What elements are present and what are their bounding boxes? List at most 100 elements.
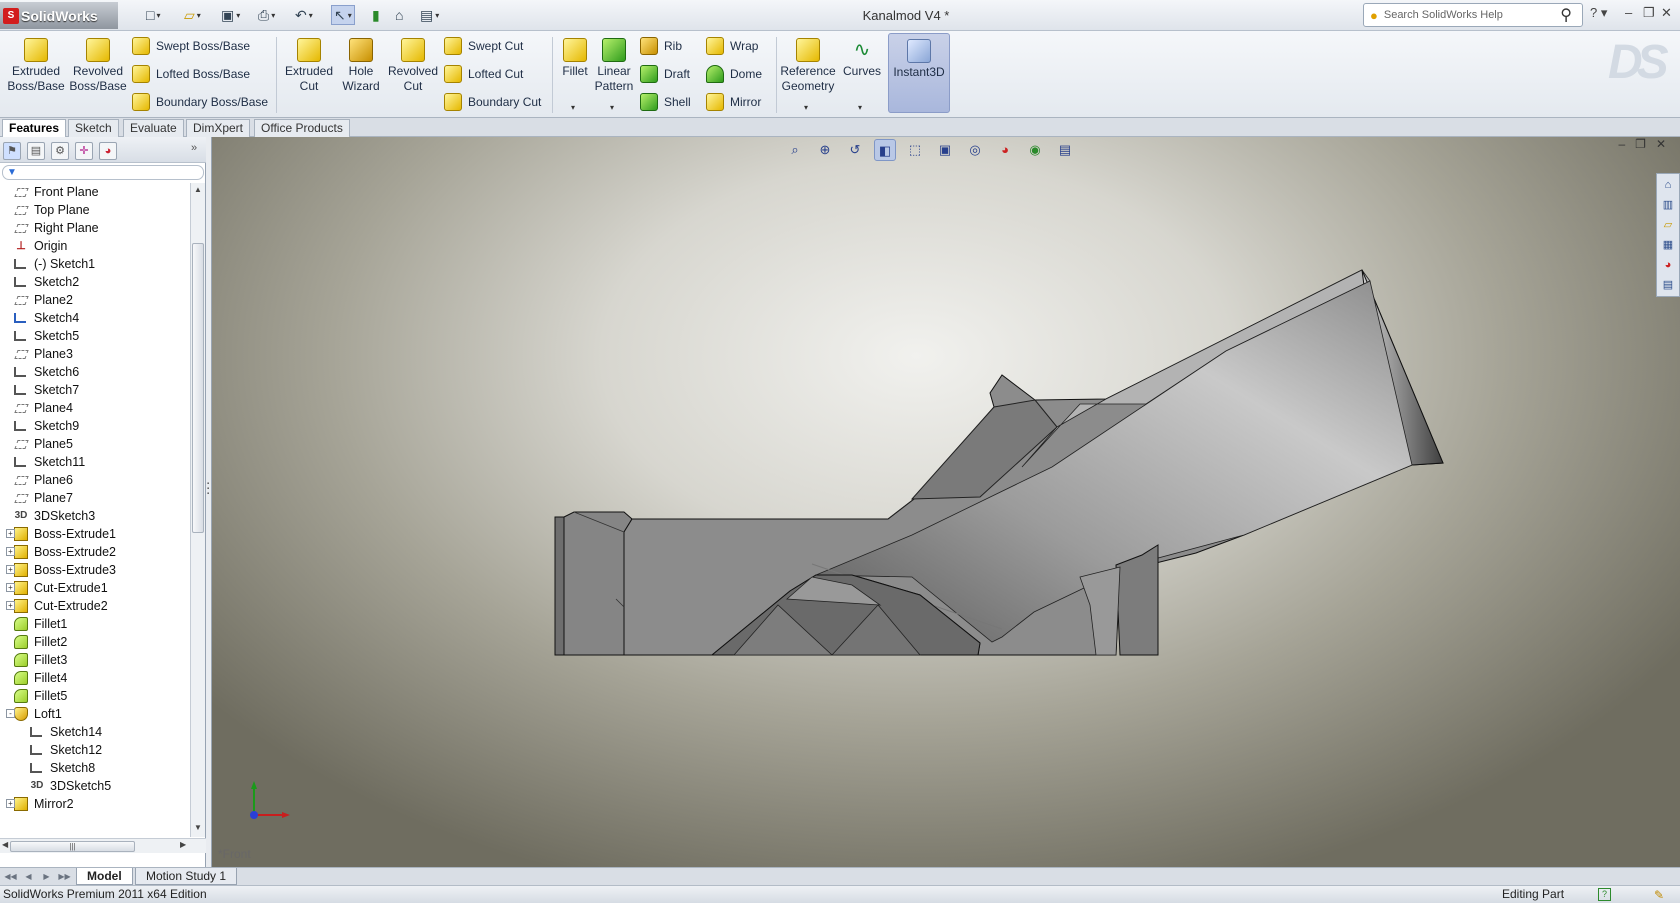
tree-item[interactable]: + Cut-Extrude2 [6, 597, 108, 615]
reference-geometry-button[interactable]: Reference Geometry [780, 38, 836, 94]
tree-item[interactable]: + Boss-Extrude2 [6, 543, 116, 561]
part-model[interactable] [212, 137, 1680, 867]
tree-item[interactable]: Sketch12 [30, 741, 102, 759]
tree-item[interactable]: Sketch14 [30, 723, 102, 741]
tree-item[interactable]: + Boss-Extrude1 [6, 525, 116, 543]
tree-item[interactable]: (-) Sketch1 [14, 255, 95, 273]
tree-item[interactable]: Fillet3 [14, 651, 67, 669]
tab-motion-study[interactable]: Motion Study 1 [135, 868, 238, 885]
custom-properties-icon[interactable]: ▤ [1659, 277, 1677, 294]
revolved-cut-button[interactable]: Revolved Cut [386, 38, 440, 94]
scroll-up-icon[interactable]: ▲ [194, 185, 202, 194]
search-icon[interactable]: ⚲ [1560, 5, 1572, 25]
fillet-dropdown-icon[interactable]: ▾ [571, 103, 575, 112]
tree-filter-field[interactable]: ▼ [2, 165, 204, 180]
hole-wizard-button[interactable]: Hole Wizard [336, 38, 386, 94]
display-manager-tab-icon[interactable]: ◕ [99, 142, 117, 160]
lofted-boss-button[interactable]: Lofted Boss/Base [132, 63, 250, 85]
feature-tree-tab-icon[interactable]: ⚑ [3, 142, 21, 160]
solidworks-resources-icon[interactable]: ⌂ [1659, 177, 1677, 194]
hide-show-items-icon[interactable]: ◎ [964, 139, 986, 161]
splitter-grip-icon[interactable]: ▪ ▪ ▪ [207, 481, 211, 502]
tab-dimxpert[interactable]: DimXpert [186, 119, 251, 137]
viewport-close-icon[interactable]: ✕ [1656, 137, 1666, 151]
tree-item[interactable]: Sketch4 [14, 309, 79, 327]
expand-panel-icon[interactable]: » [191, 142, 197, 154]
tree-item[interactable]: Sketch7 [14, 381, 79, 399]
tree-item[interactable]: + Cut-Extrude1 [6, 579, 108, 597]
expand-icon[interactable]: + [6, 601, 15, 610]
mirror-button[interactable]: Mirror [706, 91, 761, 113]
viewport-restore-icon[interactable]: ❐ [1635, 137, 1646, 151]
view-palette-icon[interactable]: ▦ [1659, 237, 1677, 254]
scroll-down-icon[interactable]: ▼ [194, 823, 202, 832]
tree-item[interactable]: Plane2 [14, 291, 73, 309]
tree-item[interactable]: Sketch6 [14, 363, 79, 381]
horizontal-scroll-thumb[interactable]: ||| [10, 841, 135, 852]
design-library-icon[interactable]: ▥ [1659, 197, 1677, 214]
expand-icon[interactable]: + [6, 529, 15, 538]
help-menu-icon[interactable]: ? ▾ [1590, 5, 1607, 21]
tab-model[interactable]: Model [76, 868, 133, 885]
tree-item[interactable]: - Loft1 [6, 705, 62, 723]
tree-item[interactable]: Fillet4 [14, 669, 67, 687]
tree-item[interactable]: ⊥ Origin [14, 237, 67, 255]
display-style-icon[interactable]: ▣ [934, 139, 956, 161]
tree-horizontal-scrollbar[interactable]: ◀ ||| ▶ [0, 838, 206, 853]
tree-item[interactable]: Top Plane [14, 201, 90, 219]
view-settings-icon[interactable]: ▤ [1054, 139, 1076, 161]
first-tab-icon[interactable]: ◀◀ [4, 870, 17, 883]
tree-item[interactable]: Plane7 [14, 489, 73, 507]
tab-evaluate[interactable]: Evaluate [123, 119, 184, 137]
tree-item[interactable]: Sketch11 [14, 453, 85, 471]
last-tab-icon[interactable]: ▶▶ [58, 870, 71, 883]
tree-item[interactable]: Front Plane [14, 183, 99, 201]
next-tab-icon[interactable]: ▶ [40, 870, 53, 883]
property-manager-tab-icon[interactable]: ▤ [27, 142, 45, 160]
extruded-boss-button[interactable]: Extruded Boss/Base [6, 38, 66, 94]
instant3d-button[interactable]: Instant3D [888, 33, 950, 113]
rib-button[interactable]: Rib [640, 35, 682, 57]
apply-scene-icon[interactable]: ◉ [1024, 139, 1046, 161]
dome-button[interactable]: Dome [706, 63, 762, 85]
restore-icon[interactable]: ❐ [1643, 5, 1655, 21]
tree-item[interactable]: 3D 3DSketch5 [30, 777, 112, 795]
minimize-icon[interactable]: – [1625, 5, 1632, 20]
tree-item[interactable]: Plane4 [14, 399, 73, 417]
help-search-box[interactable]: ● Search SolidWorks Help ⚲ [1363, 3, 1583, 27]
tree-item[interactable]: 3D 3DSketch3 [14, 507, 96, 525]
appearances-scenes-icon[interactable]: ◕ [1659, 257, 1677, 274]
section-view-icon[interactable]: ◧ [874, 139, 896, 161]
tree-item[interactable]: Plane3 [14, 345, 73, 363]
tree-item[interactable]: Fillet2 [14, 633, 67, 651]
reference-geometry-dropdown-icon[interactable]: ▾ [804, 103, 808, 112]
previous-view-icon[interactable]: ↺ [844, 139, 866, 161]
tree-item[interactable]: Fillet1 [14, 615, 67, 633]
scroll-left-icon[interactable]: ◀ [2, 840, 8, 849]
scroll-thumb[interactable] [192, 243, 204, 533]
tree-item[interactable]: Plane6 [14, 471, 73, 489]
linear-pattern-dropdown-icon[interactable]: ▾ [610, 103, 614, 112]
edit-appearance-icon[interactable]: ◕ [994, 139, 1016, 161]
quick-tips-icon[interactable]: ? [1598, 888, 1611, 901]
rebuild-status-icon[interactable]: ✎ [1654, 887, 1664, 903]
zoom-to-fit-icon[interactable]: ⌕ [784, 139, 806, 161]
draft-button[interactable]: Draft [640, 63, 690, 85]
extruded-cut-button[interactable]: Extruded Cut [279, 38, 339, 94]
tab-sketch[interactable]: Sketch [68, 119, 119, 137]
viewport-minimize-icon[interactable]: – [1618, 137, 1625, 151]
tree-item[interactable]: + Mirror2 [6, 795, 74, 813]
tree-item[interactable]: Right Plane [14, 219, 99, 237]
expand-icon[interactable]: + [6, 583, 15, 592]
wrap-button[interactable]: Wrap [706, 35, 758, 57]
shell-button[interactable]: Shell [640, 91, 691, 113]
boundary-boss-button[interactable]: Boundary Boss/Base [132, 91, 268, 113]
prev-tab-icon[interactable]: ◀ [22, 870, 35, 883]
tree-item[interactable]: Sketch2 [14, 273, 79, 291]
file-explorer-icon[interactable]: ▱ [1659, 217, 1677, 234]
revolved-boss-button[interactable]: Revolved Boss/Base [68, 38, 128, 94]
tab-office-products[interactable]: Office Products [254, 119, 350, 137]
tree-item[interactable]: Sketch5 [14, 327, 79, 345]
tab-features[interactable]: Features [2, 119, 67, 137]
curves-dropdown-icon[interactable]: ▾ [858, 103, 862, 112]
